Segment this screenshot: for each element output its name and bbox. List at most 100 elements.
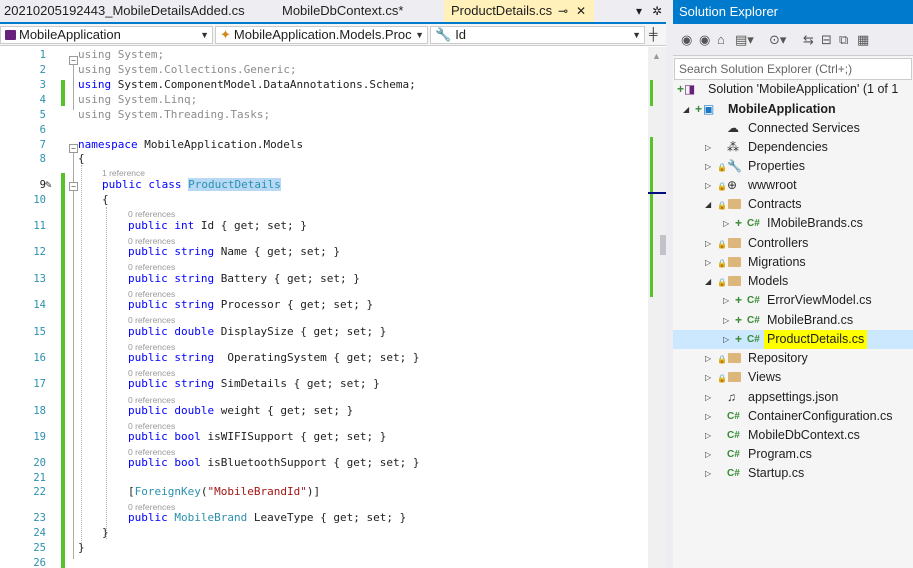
tree-item[interactable]: ▷ + C# IMobileBrands.cs — [673, 214, 913, 233]
code-editor: 20210205192443_MobileDetailsAdded.cs Mob… — [0, 0, 668, 568]
property-name: Processor — [220, 298, 281, 311]
line-number: 16 — [33, 352, 46, 364]
tree-item[interactable]: ▷ C# ContainerConfiguration.cs — [673, 407, 913, 426]
keyword: class — [148, 178, 182, 191]
tree-item[interactable]: ☁ Connected Services — [673, 119, 913, 138]
scrollbar-change-marker — [650, 80, 653, 106]
line-number: 13 — [33, 273, 46, 285]
tree-item[interactable]: ▷ ⁂ Dependencies — [673, 138, 913, 157]
expanded-icon: ◢ — [705, 277, 712, 286]
collapse-all-icon[interactable]: ⊟ — [821, 32, 832, 48]
tree-item[interactable]: ▷ C# Startup.cs — [673, 464, 913, 483]
collapsed-icon: ▷ — [705, 469, 712, 478]
forward-icon[interactable]: ◉ — [699, 32, 710, 48]
namespace-name: MobileApplication.Models — [144, 138, 304, 151]
tree-solution[interactable]: + ◨ Solution 'MobileApplication' (1 of 1 — [673, 80, 913, 99]
pencil-icon[interactable]: ✎ — [45, 178, 52, 192]
close-icon[interactable]: ✕ — [576, 0, 586, 22]
tree-item[interactable]: ▷ 🔒 Controllers — [673, 234, 913, 253]
keyword: using — [78, 93, 112, 106]
csharp-file-icon: C# — [747, 218, 760, 229]
tree-label: Controllers — [748, 236, 809, 250]
code-line: 4 using System.Linq; — [0, 93, 648, 107]
show-all-files-icon[interactable]: ⧉ — [839, 32, 848, 48]
line-number: 12 — [33, 246, 46, 258]
tree-label: MobileApplication — [728, 102, 836, 116]
tree-item[interactable]: ▷ 🔒 ⊕ wwwroot — [673, 176, 913, 195]
chevron-down-icon: ▼ — [200, 30, 209, 40]
scroll-up-icon[interactable]: ▲ — [652, 51, 661, 61]
tree-item[interactable]: ◢ 🔒 Contracts — [673, 195, 913, 214]
tree-item-selected[interactable]: ▷ + C# ProductDetails.cs — [673, 330, 913, 349]
lock-icon: 🔒 — [717, 374, 727, 383]
keyword: public — [128, 351, 168, 364]
property-name: Name — [220, 245, 248, 258]
bracket: [ — [128, 485, 135, 498]
tree-label: wwwroot — [748, 178, 797, 192]
code-line: 6 — [0, 123, 648, 137]
project-name: MobileApplication — [19, 27, 121, 42]
tree-item[interactable]: ▷ 🔒 🔧 Properties — [673, 157, 913, 176]
tree-item[interactable]: ▷ + C# ErrorViewModel.cs — [673, 291, 913, 310]
property-name: isBluetoothSupport — [207, 456, 327, 469]
line-number: 18 — [33, 405, 46, 417]
accessors: { get; set; } — [300, 325, 387, 338]
code-line: 22 [ForeignKey("MobileBrandId")] — [0, 485, 648, 499]
tab-migration-file[interactable]: 20210205192443_MobileDetailsAdded.cs — [0, 0, 270, 22]
tree-item[interactable]: ▷ C# MobileDbContext.cs — [673, 426, 913, 445]
using-directive: System; — [117, 48, 165, 61]
tree-item[interactable]: ▷ + C# MobileBrand.cs — [673, 311, 913, 330]
code-line: 13 public string Battery { get; set; } — [0, 272, 648, 286]
solution-explorer-search[interactable]: Search Solution Explorer (Ctrl+;) — [674, 58, 912, 80]
code-area[interactable]: − − − 1 using System; 2 using System.Colle… — [0, 47, 648, 568]
collapsed-icon: ▷ — [705, 431, 712, 440]
back-icon[interactable]: ◉ — [681, 32, 692, 48]
line-number: 7 — [39, 139, 46, 151]
line-number: 15 — [33, 326, 46, 338]
pending-changes-icon[interactable]: ⊙▾ — [769, 32, 786, 48]
tree-item[interactable]: ◢ 🔒 Models — [673, 272, 913, 291]
tree-label: Models — [748, 274, 789, 288]
pin-icon[interactable]: ⊸ — [558, 0, 568, 22]
keyword: using — [78, 108, 112, 121]
globe-icon: ⊕ — [727, 178, 738, 192]
panel-splitter[interactable] — [666, 0, 673, 568]
sync-icon[interactable]: ⇆ — [803, 32, 814, 48]
tree-label: ErrorViewModel.cs — [767, 293, 872, 307]
tab-mobiledbcontext[interactable]: MobileDbContext.cs* — [274, 0, 439, 22]
folder-icon — [728, 276, 741, 286]
property-type: string — [174, 298, 215, 311]
home-icon[interactable]: ⌂ — [717, 32, 725, 47]
tree-item[interactable]: ▷ 🔒 Migrations — [673, 253, 913, 272]
lock-icon: 🔒 — [717, 240, 727, 249]
split-editor-icon[interactable]: ╪ — [649, 23, 658, 45]
tree-item[interactable]: ▷ 🔒 Repository — [673, 349, 913, 368]
collapsed-icon: ▷ — [705, 393, 712, 402]
property-name: weight — [220, 404, 261, 417]
pending-add-icon: + — [677, 82, 685, 96]
tree-item[interactable]: ▷ C# Program.cs — [673, 445, 913, 464]
property-name: Id — [200, 219, 215, 232]
accessors: { get; set; } — [273, 272, 360, 285]
member-dropdown[interactable]: 🔧 Id ▼ — [430, 26, 645, 44]
document-tab-bar: 20210205192443_MobileDetailsAdded.cs Mob… — [0, 0, 668, 24]
code-line: 9 ✎ public class ProductDetails — [0, 178, 648, 192]
properties-icon[interactable]: ▦ — [857, 32, 869, 48]
property-name: SimDetails — [220, 377, 287, 390]
code-line: 10 { — [0, 193, 648, 207]
project-dropdown[interactable]: MobileApplication ▼ — [0, 26, 213, 44]
keyword: public — [128, 511, 168, 524]
tab-productdetails[interactable]: ProductDetails.cs ⊸ ✕ — [444, 0, 594, 22]
tree-project[interactable]: ◢ + ▣ MobileApplication — [673, 100, 913, 119]
tab-overflow-dropdown-icon[interactable]: ▾ — [636, 0, 642, 22]
vertical-scrollbar[interactable]: ▲ — [648, 47, 668, 568]
settings-icon[interactable]: ✲ — [652, 0, 662, 22]
tree-item[interactable]: ▷ ♫ appsettings.json — [673, 388, 913, 407]
switch-views-icon[interactable]: ▤▾ — [735, 32, 754, 48]
code-line: 16 public string OperatingSystem { get; s… — [0, 351, 648, 365]
keyword: public — [128, 298, 168, 311]
line-number: 22 — [33, 486, 46, 498]
tree-item[interactable]: ▷ 🔒 Views — [673, 368, 913, 387]
collapsed-icon: ▷ — [705, 181, 712, 190]
type-dropdown[interactable]: ✦ MobileApplication.Models.Proc ▼ — [215, 26, 428, 44]
